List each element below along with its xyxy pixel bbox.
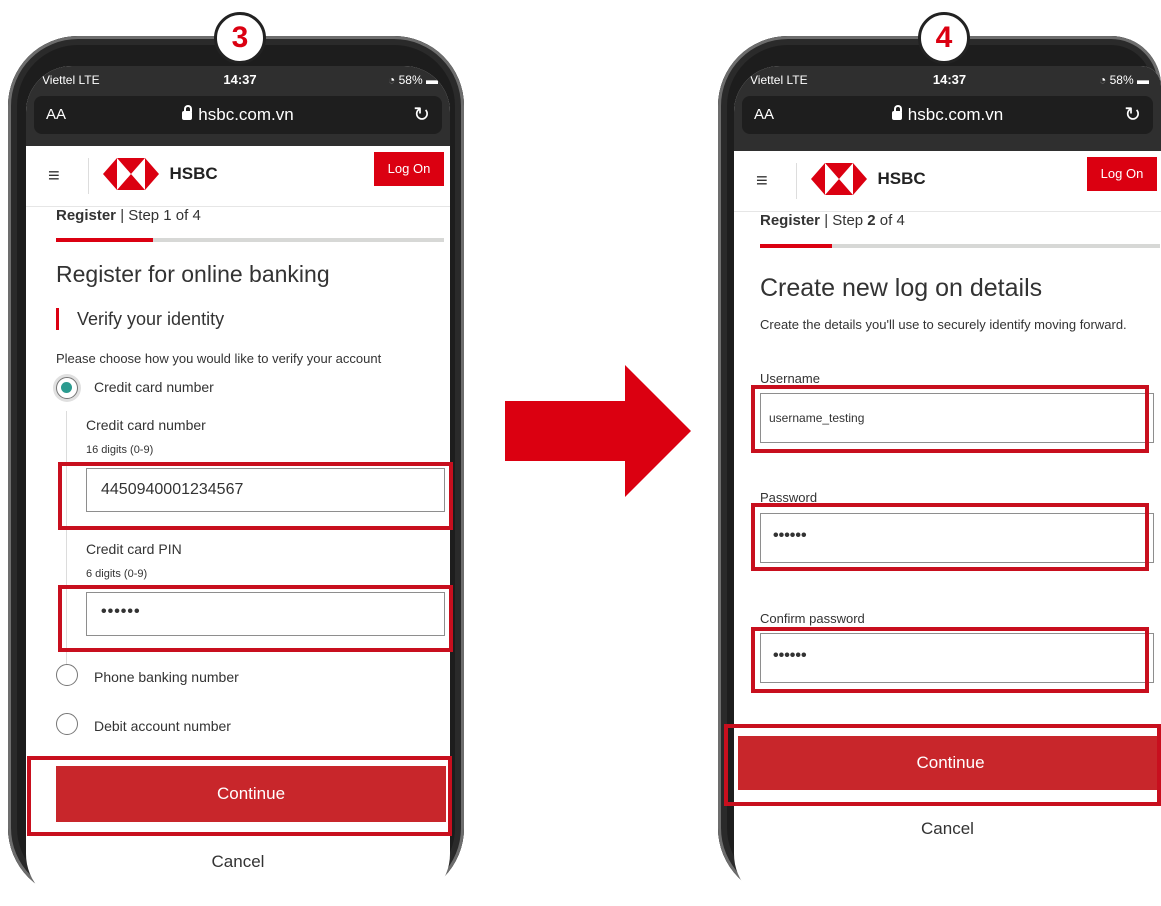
log-on-button[interactable]: Log On bbox=[1087, 157, 1157, 191]
url-text: hsbc.com.vn bbox=[34, 105, 442, 125]
card-pin-hint: 6 digits (0-9) bbox=[86, 568, 148, 580]
highlight-continue bbox=[27, 756, 452, 836]
verify-prompt: Please choose how you would like to veri… bbox=[56, 351, 382, 366]
page-title: Create new log on details bbox=[760, 274, 1043, 302]
highlight-confirm-password bbox=[751, 627, 1149, 693]
radio-debit-account[interactable] bbox=[56, 713, 78, 735]
section-title: Verify your identity bbox=[56, 308, 224, 330]
highlight-continue bbox=[724, 724, 1161, 806]
card-number-label: Credit card number bbox=[86, 417, 206, 433]
hsbc-logo[interactable]: HSBC bbox=[88, 158, 218, 194]
log-on-button[interactable]: Log On bbox=[374, 152, 444, 186]
radio-phone-banking[interactable] bbox=[56, 664, 78, 686]
progress-fill bbox=[760, 244, 832, 248]
highlight-card-pin bbox=[58, 585, 453, 652]
card-number-hint: 16 digits (0-9) bbox=[86, 444, 154, 456]
progress-fill bbox=[56, 238, 153, 242]
lock-icon bbox=[891, 105, 902, 120]
arrow-right-icon bbox=[505, 365, 691, 497]
lock-icon bbox=[182, 105, 193, 120]
highlight-card-number bbox=[58, 462, 453, 530]
option-label: Credit card number bbox=[94, 379, 214, 395]
progress-bar bbox=[56, 238, 444, 242]
page-title: Register for online banking bbox=[56, 261, 330, 287]
confirm-password-label: Confirm password bbox=[760, 611, 865, 626]
card-pin-label: Credit card PIN bbox=[86, 541, 182, 557]
brand-name: HSBC bbox=[877, 169, 926, 188]
clock: 14:37 bbox=[932, 72, 967, 87]
step-badge-4: 4 bbox=[918, 12, 970, 64]
hsbc-hexagon-icon bbox=[811, 163, 867, 195]
highlight-password bbox=[751, 503, 1149, 571]
option-label: Debit account number bbox=[94, 718, 231, 734]
username-label: Username bbox=[760, 371, 820, 386]
step-indicator: Register | Step 1 of 4 bbox=[56, 207, 201, 224]
hsbc-logo[interactable]: HSBC bbox=[796, 163, 926, 199]
site-header: ≡ HSBC Log On bbox=[26, 146, 450, 207]
address-bar[interactable]: AA hsbc.com.vn ↻ bbox=[742, 96, 1153, 134]
highlight-username bbox=[751, 385, 1149, 453]
cancel-link[interactable]: Cancel bbox=[26, 852, 450, 872]
address-bar[interactable]: AA hsbc.com.vn ↻ bbox=[34, 96, 442, 134]
step-indicator: Register | Step 2 of 4 bbox=[760, 212, 905, 229]
cancel-link[interactable]: Cancel bbox=[734, 819, 1161, 839]
reload-icon[interactable]: ↻ bbox=[413, 102, 430, 127]
status-bar: Viettel LTE 14:37 ◔ 58% ▬ bbox=[42, 70, 438, 92]
site-header: ≡ HSBC Log On bbox=[734, 151, 1161, 212]
menu-icon[interactable]: ≡ bbox=[756, 171, 768, 191]
step-badge-3: 3 bbox=[214, 12, 266, 64]
menu-icon[interactable]: ≡ bbox=[48, 166, 60, 186]
url-text: hsbc.com.vn bbox=[742, 105, 1153, 125]
option-label: Phone banking number bbox=[94, 669, 239, 685]
reload-icon[interactable]: ↻ bbox=[1124, 102, 1141, 127]
status-bar: Viettel LTE 14:37 ◔ 58% ▬ bbox=[750, 70, 1149, 92]
progress-bar bbox=[760, 244, 1160, 248]
radio-credit-card[interactable] bbox=[56, 377, 78, 399]
hsbc-hexagon-icon bbox=[103, 158, 159, 190]
clock: 14:37 bbox=[223, 72, 257, 87]
page-description: Create the details you'll use to securel… bbox=[760, 317, 1127, 332]
battery-indicator: ◔ 58% ▬ bbox=[388, 73, 438, 87]
brand-name: HSBC bbox=[169, 164, 218, 183]
battery-indicator: ◔ 58% ▬ bbox=[1099, 73, 1149, 87]
